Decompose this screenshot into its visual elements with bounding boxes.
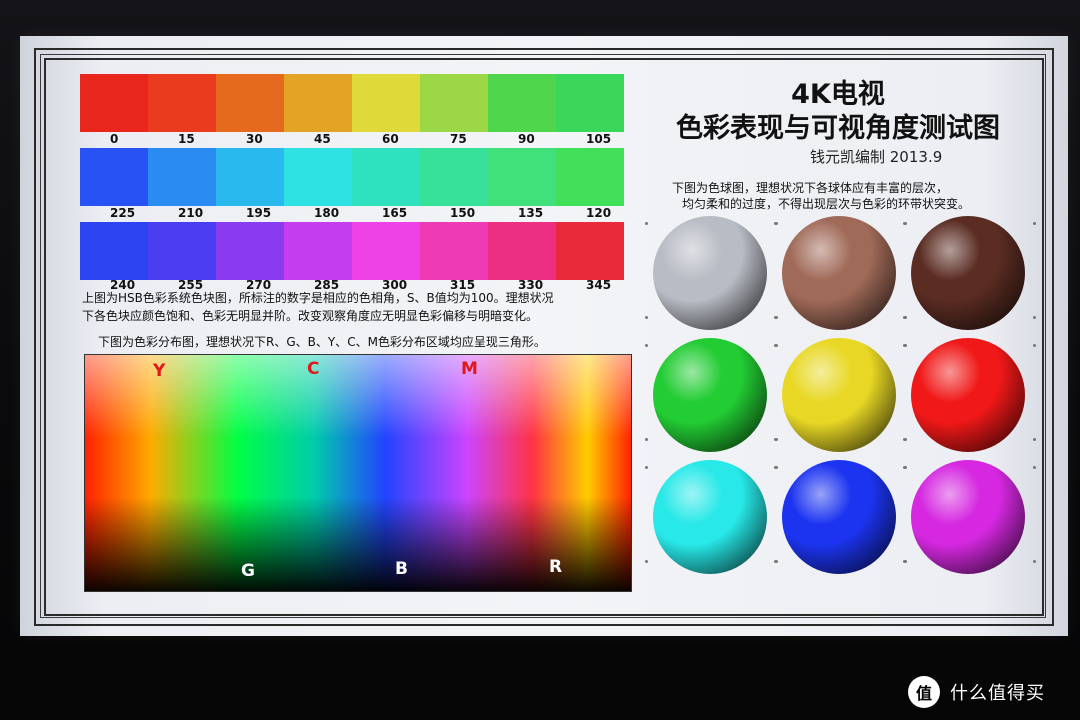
sphere-mark (903, 466, 906, 469)
hue-swatch-150 (420, 148, 488, 206)
note-hsb-line2: 下各色块应颜色饱和、色彩无明显并阶。改变观察角度应无明显色彩偏移与明暗变化。 (82, 309, 539, 323)
note-sphere-line1: 下图为色球图，理想状况下各球体应有丰富的层次， (672, 181, 949, 195)
sphere-mark (903, 438, 906, 441)
hue-swatch-165 (352, 148, 420, 206)
sphere-mark (645, 222, 648, 225)
sphere-light-brown (782, 216, 896, 330)
watermark-logo-icon: 值 (908, 676, 940, 708)
hue-label-60: 60 (382, 132, 399, 146)
hue-swatch-120 (556, 148, 624, 206)
hue-row-2 (80, 148, 624, 206)
hue-swatch-105 (556, 74, 624, 132)
hue-swatch-270 (216, 222, 284, 280)
hue-swatch-240 (80, 222, 148, 280)
sphere-mark (774, 344, 777, 347)
sphere-yellow (782, 338, 896, 452)
hue-label-165: 165 (382, 206, 408, 220)
sphere-mark (1033, 316, 1036, 319)
color-distribution-chart: Y C M G B R (84, 354, 632, 592)
hue-swatch-285 (284, 222, 352, 280)
sphere-cyan (653, 460, 767, 574)
note-distribution: 下图为色彩分布图，理想状况下R、G、B、Y、C、M色彩分布区域均应呈现三角形。 (98, 335, 546, 349)
title-line2: 色彩表现与可视角度测试图 (676, 113, 1000, 144)
sphere-mark (774, 316, 777, 319)
hue-swatch-330 (488, 222, 556, 280)
hue-swatch-75 (420, 74, 488, 132)
label-g: G (241, 561, 255, 581)
hue-swatch-225 (80, 148, 148, 206)
sphere-green (653, 338, 767, 452)
sphere-mark (1033, 438, 1036, 441)
hue-swatch-315 (420, 222, 488, 280)
hue-swatch-210 (148, 148, 216, 206)
sphere-mark (645, 466, 648, 469)
author-date: 钱元凯编制 2013.9 (810, 148, 943, 166)
sphere-mark (903, 222, 906, 225)
hue-label-75: 75 (450, 132, 467, 146)
note-hsb-line1: 上图为HSB色彩系统色块图，所标注的数字是相应的色相角，S、B值均为100。理想… (82, 291, 554, 305)
sphere-magenta (911, 460, 1025, 574)
hue-swatch-255 (148, 222, 216, 280)
distribution-shade (85, 355, 631, 591)
hue-row-1 (80, 74, 624, 132)
sphere-mark (903, 316, 906, 319)
hue-label-90: 90 (518, 132, 535, 146)
hue-label-150: 150 (450, 206, 476, 220)
label-r: R (549, 557, 563, 577)
label-c: C (307, 359, 320, 379)
hue-label-30: 30 (246, 132, 263, 146)
hue-label-105: 105 (586, 132, 612, 146)
hue-swatch-180 (284, 148, 352, 206)
hue-label-180: 180 (314, 206, 340, 220)
note-sphere-line2: 均匀柔和的过度，不得出现层次与色彩的环带状突变。 (682, 197, 971, 211)
hue-label-225: 225 (110, 206, 136, 220)
sphere-blue (782, 460, 896, 574)
hue-label-45: 45 (314, 132, 331, 146)
hue-label-195: 195 (246, 206, 272, 220)
label-m: M (461, 359, 478, 379)
hue-label-210: 210 (178, 206, 204, 220)
sphere-mark (774, 560, 777, 563)
watermark: 值 什么值得买 (908, 676, 1045, 708)
hue-labels-2: 225 210 195 180 165 150 135 120 (80, 206, 624, 220)
sphere-mark (645, 344, 648, 347)
sphere-mark (645, 316, 648, 319)
sphere-mark (774, 222, 777, 225)
hue-swatch-30 (216, 74, 284, 132)
sphere-dark-brown (911, 216, 1025, 330)
hue-swatch-60 (352, 74, 420, 132)
hue-label-135: 135 (518, 206, 544, 220)
sphere-mark (645, 560, 648, 563)
hue-swatch-345 (556, 222, 624, 280)
sphere-red (911, 338, 1025, 452)
hue-label-120: 120 (586, 206, 612, 220)
sphere-mark (645, 438, 648, 441)
sphere-mark (1033, 222, 1036, 225)
hue-swatch-45 (284, 74, 352, 132)
sphere-mark (1033, 344, 1036, 347)
watermark-text: 什么值得买 (950, 683, 1045, 704)
sphere-gray (653, 216, 767, 330)
sphere-mark (903, 560, 906, 563)
hue-row-3 (80, 222, 624, 280)
hue-swatch-90 (488, 74, 556, 132)
hue-swatch-15 (148, 74, 216, 132)
sphere-mark (774, 438, 777, 441)
sphere-mark (1033, 560, 1036, 563)
hue-swatch-0 (80, 74, 148, 132)
hue-label-345: 345 (586, 278, 612, 292)
label-y: Y (153, 361, 166, 381)
sphere-mark (1033, 466, 1036, 469)
hue-label-0: 0 (110, 132, 119, 146)
hue-swatch-195 (216, 148, 284, 206)
hue-labels-1: 0 15 30 45 60 75 90 105 (80, 132, 624, 146)
label-b: B (395, 559, 408, 579)
hue-swatch-135 (488, 148, 556, 206)
hue-swatch-300 (352, 222, 420, 280)
sphere-mark (903, 344, 906, 347)
sphere-mark (774, 466, 777, 469)
test-chart-screen: 0 15 30 45 60 75 90 105 225 210 195 180 165 150 135 12… (20, 36, 1068, 636)
hue-label-15: 15 (178, 132, 195, 146)
